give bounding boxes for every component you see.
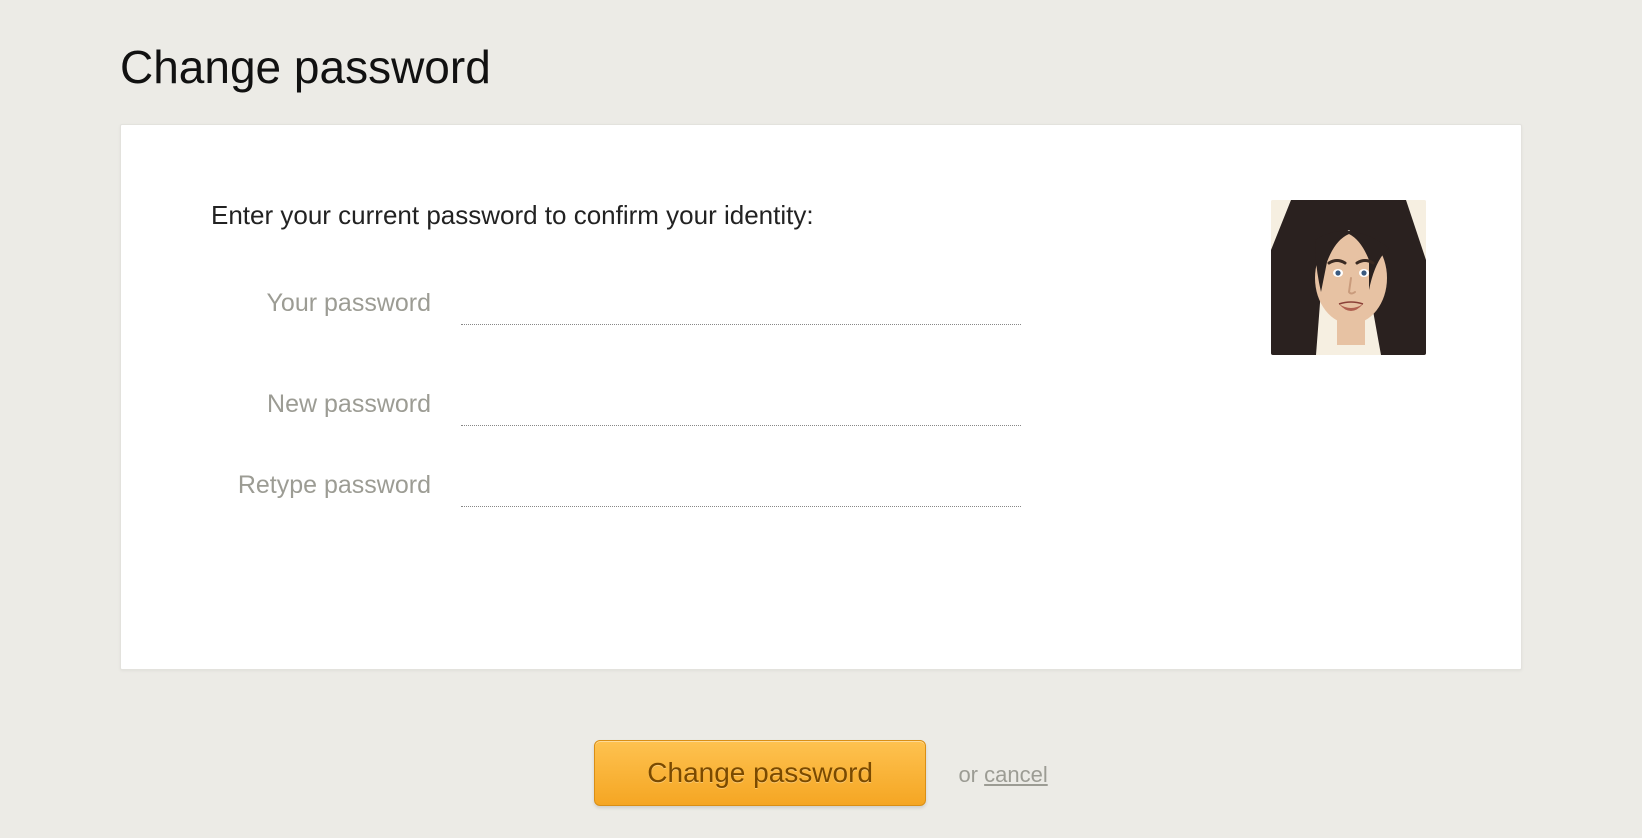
page-title: Change password	[120, 40, 1522, 94]
or-text: or	[958, 762, 984, 787]
form-actions: Change password or cancel	[120, 740, 1522, 806]
new-password-input[interactable]	[461, 387, 1021, 426]
form-instruction: Enter your current password to confirm y…	[211, 200, 1431, 231]
avatar	[1271, 200, 1426, 355]
current-password-input[interactable]	[461, 286, 1021, 325]
avatar-image	[1271, 200, 1426, 355]
row-retype-password: Retype password	[211, 468, 1431, 507]
change-password-page: Change password	[0, 0, 1642, 806]
cancel-link[interactable]: cancel	[984, 762, 1048, 787]
row-new-password: New password	[211, 387, 1431, 426]
label-new-password: New password	[211, 390, 461, 419]
label-retype-password: Retype password	[211, 471, 461, 500]
retype-password-input[interactable]	[461, 468, 1021, 507]
password-form-card: Enter your current password to confirm y…	[120, 124, 1522, 670]
row-current-password: Your password	[211, 286, 1431, 325]
label-current-password: Your password	[211, 289, 461, 318]
change-password-button[interactable]: Change password	[594, 740, 926, 806]
